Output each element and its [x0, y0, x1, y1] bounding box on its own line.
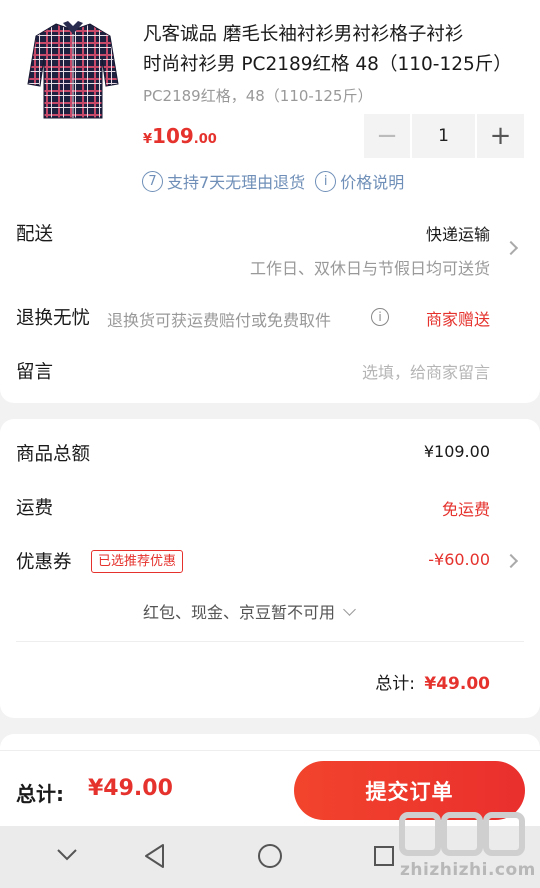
increase-button[interactable]: +	[477, 114, 524, 158]
returns-badge: 商家赠送	[425, 310, 490, 329]
summary-total-label: 总计:	[375, 674, 415, 694]
message-label: 留言	[16, 362, 54, 383]
coupon-tag: 已选推荐优惠	[91, 550, 184, 573]
watermark-text: zhizhizhi.com	[400, 860, 536, 880]
product-title-line1: 凡客诚品 磨毛长袖衬衫男衬衫格子衬衫	[143, 24, 464, 45]
decrease-button[interactable]: −	[364, 114, 410, 158]
nav-home-icon[interactable]	[257, 843, 283, 869]
summary-total-value: ¥49.00	[424, 674, 490, 694]
return-days-icon: 7	[142, 170, 163, 192]
price-info-link[interactable]: 价格说明	[340, 169, 404, 193]
info-icon[interactable]: i	[371, 308, 389, 326]
chevron-right-icon[interactable]	[503, 240, 519, 256]
order-item-card: 凡客诚品 磨毛长袖衬衫男衬衫格子衬衫 时尚衬衫男 PC2189红格 48（110…	[0, 0, 540, 403]
unavailable-text: 红包、现金、京豆暂不可用	[143, 603, 336, 622]
quantity-stepper: − 1 +	[364, 114, 524, 158]
summary-total: 总计: ¥49.00	[375, 669, 490, 694]
nav-recents-icon[interactable]	[373, 845, 395, 867]
shipping-value: 免运费	[441, 500, 490, 519]
returns-desc: 退换货可获运费赔付或免费取件	[107, 311, 332, 330]
divider	[16, 641, 524, 642]
nav-back-icon[interactable]	[143, 843, 167, 869]
unavailable-toggle[interactable]: 红包、现金、京豆暂不可用	[143, 599, 356, 623]
delivery-method[interactable]: 快递运输	[426, 221, 490, 245]
product-spec[interactable]: PC2189红格，48（110-125斤）	[143, 85, 372, 106]
coupon-value[interactable]: -¥60.00	[428, 550, 490, 569]
service-badges: 7 支持7天无理由退货 i 价格说明	[142, 169, 404, 193]
footer-total-label: 总计:	[16, 782, 64, 806]
quantity-input[interactable]: 1	[412, 114, 475, 158]
goods-total-label: 商品总额	[16, 444, 91, 465]
product-title-line2: 时尚衬衫男 PC2189红格 48（110-125斤）	[143, 54, 512, 75]
product-price: ¥109.00	[143, 124, 217, 148]
returns-label: 退换无忧	[16, 308, 91, 329]
shipping-label: 运费	[16, 498, 54, 519]
info-icon: i	[315, 170, 337, 192]
delivery-note: 工作日、双休日与节假日均可送货	[249, 259, 490, 278]
coupon-label: 优惠券	[16, 552, 72, 573]
product-thumbnail[interactable]	[18, 14, 128, 126]
delivery-label: 配送	[16, 224, 54, 245]
message-input[interactable]: 选填，给商家留言	[362, 359, 490, 383]
chevron-down-icon	[343, 603, 356, 616]
footer-total-value: ¥49.00	[88, 776, 173, 801]
return-policy-text[interactable]: 支持7天无理由退货	[167, 169, 305, 193]
goods-total-value: ¥109.00	[423, 442, 490, 461]
nav-down-icon[interactable]	[56, 848, 78, 862]
product-title[interactable]: 凡客诚品 磨毛长袖衬衫男衬衫格子衬衫 时尚衬衫男 PC2189红格 48（110…	[143, 20, 523, 80]
